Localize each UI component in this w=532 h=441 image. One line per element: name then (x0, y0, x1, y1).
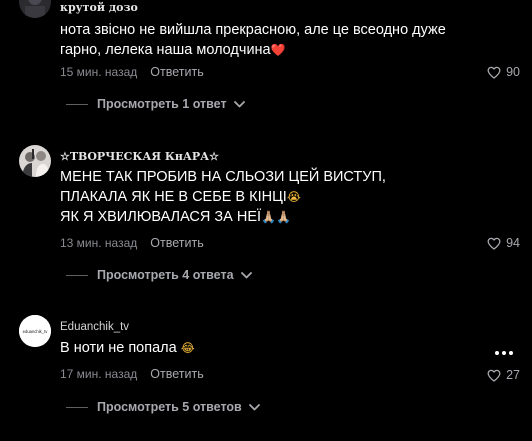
heart-emoji: ❤️ (270, 43, 286, 57)
comment-3-timestamp: 17 мин. назад (60, 367, 138, 381)
comment-2-like-count: 94 (506, 236, 520, 250)
comment-1-text-line-1: нота звісно не вийшла прекрасною, але це… (60, 22, 446, 38)
comment-2-text-line-1: МЕНЕ ТАК ПРОБИВ НА СЛЬОЗИ ЦЕЙ ВИСТУП, (60, 169, 386, 185)
comment-2-username[interactable]: ☆ТВОРЧЕСКАЯ КнАРА☆ (60, 150, 219, 163)
more-horizontal-icon[interactable] (495, 351, 513, 355)
comment-2-text: МЕНЕ ТАК ПРОБИВ НА СЛЬОЗИ ЦЕЙ ВИСТУП, ПЛ… (60, 167, 386, 227)
comment-3-avatar[interactable]: eduanchik_tv (19, 315, 51, 347)
crying-face-emoji: 😭 (286, 190, 301, 204)
comment-2-text-line-2-text: ПЛАКАЛА ЯК НЕ В СЕБЕ В КІНЦІ (60, 189, 287, 205)
comment-3-like-count: 27 (506, 368, 520, 382)
laughing-face-emoji: 😂 (180, 341, 195, 355)
comment-2-timestamp: 13 мин. назад (60, 236, 138, 250)
comment-1-text-line-2-text: гарно, лелека наша молодчина (60, 42, 271, 58)
comment-3-reply-button[interactable]: Ответить (150, 367, 203, 381)
comment-3-like-button[interactable]: 27 (487, 368, 520, 382)
comment-1-timestamp: 15 мин. назад (60, 65, 138, 79)
comment-1-text-line-2: гарно, лелека наша молодчина❤️ (60, 40, 446, 60)
heart-outline-icon (487, 237, 501, 250)
more-dot (509, 351, 513, 355)
comment-2-avatar[interactable] (19, 145, 51, 177)
comment-1-like-count: 90 (506, 65, 520, 79)
comment-2-text-line-3: ЯК Я ХВИЛЮВАЛАСЯ ЗА НЕЇ🙏🏼🙏🏼 (60, 207, 386, 227)
comment-3-text: В ноти не попала 😂 (60, 338, 195, 358)
heart-outline-icon (487, 369, 501, 382)
comment-3-text-content: В ноти не попала (60, 340, 177, 356)
more-dot (502, 351, 506, 355)
comment-1-reply-button[interactable]: Ответить (150, 65, 203, 79)
comment-2-like-button[interactable]: 94 (487, 236, 520, 250)
comment-1-like-button[interactable]: 90 (487, 65, 520, 79)
comment-1-replies-label: Просмотреть 1 ответ (97, 97, 227, 111)
heart-outline-icon (487, 66, 501, 79)
comment-2-reply-button[interactable]: Ответить (150, 236, 203, 250)
comment-2-meta: 13 мин. назад Ответить (60, 236, 204, 250)
praying-hands-emoji: 🙏🏼🙏🏼 (261, 210, 291, 224)
comment-3-view-replies[interactable]: Просмотреть 5 ответов (66, 400, 260, 414)
comment-2-text-line-3-text: ЯК Я ХВИЛЮВАЛАСЯ ЗА НЕЇ (60, 209, 262, 225)
comment-2-view-replies[interactable]: Просмотреть 4 ответа (66, 268, 252, 282)
chevron-down-icon (240, 271, 252, 278)
chevron-down-icon (248, 403, 260, 410)
comment-1-text: нота звісно не вийшла прекрасною, але це… (60, 20, 446, 60)
comment-2-replies-label: Просмотреть 4 ответа (97, 268, 234, 282)
comment-1-view-replies[interactable]: Просмотреть 1 ответ (66, 97, 245, 111)
replies-divider (66, 274, 88, 276)
comment-3-avatar-label: eduanchik_tv (23, 329, 49, 334)
comment-1-avatar[interactable] (19, 0, 51, 18)
comment-1-username[interactable]: крутой дозо (60, 1, 138, 14)
more-dot (495, 351, 499, 355)
comment-3-replies-label: Просмотреть 5 ответов (97, 400, 242, 414)
comment-3-username[interactable]: Eduanchik_tv (60, 321, 129, 333)
replies-divider (66, 406, 88, 408)
replies-divider (66, 103, 88, 105)
chevron-down-icon (233, 100, 245, 107)
comment-3-meta: 17 мин. назад Ответить (60, 367, 204, 381)
comment-1-meta: 15 мин. назад Ответить (60, 65, 204, 79)
comment-2-text-line-2: ПЛАКАЛА ЯК НЕ В СЕБЕ В КІНЦІ😭 (60, 187, 386, 207)
